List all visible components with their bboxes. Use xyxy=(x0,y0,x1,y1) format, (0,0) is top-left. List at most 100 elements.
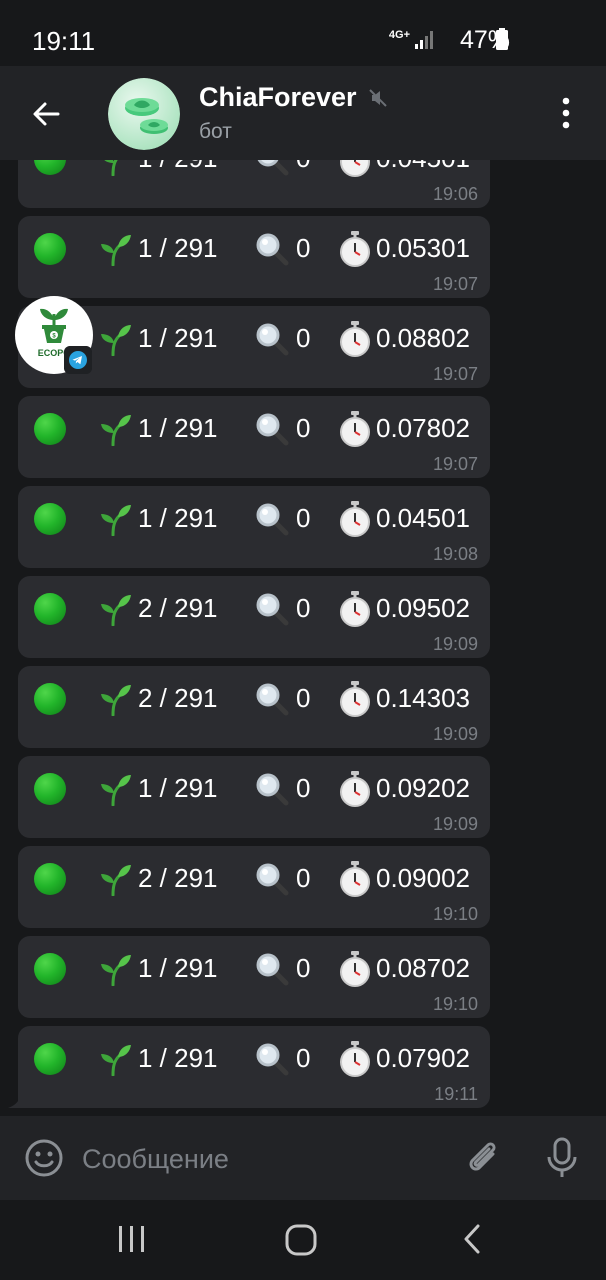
found-count: 0 xyxy=(296,953,311,983)
magnifier-icon xyxy=(256,773,289,806)
message-bubble[interactable]: 1 / 291 0 0.04501 19:08 xyxy=(18,486,490,568)
seedling-icon xyxy=(101,235,131,266)
seedling-icon xyxy=(101,685,131,716)
elapsed-value: 0.07902 xyxy=(376,1043,470,1073)
stopwatch-icon xyxy=(340,160,370,177)
green-circle-icon xyxy=(34,773,66,805)
chia-logo-icon xyxy=(108,78,180,150)
sprout-count: 1 / 291 xyxy=(138,233,218,263)
message-bubble[interactable]: 1 / 291 0 0.07802 19:07 xyxy=(18,396,490,478)
back-arrow-icon[interactable] xyxy=(30,98,62,130)
stopwatch-icon xyxy=(340,1041,370,1077)
elapsed-value: 0.07802 xyxy=(376,413,470,443)
sprout-count: 1 / 291 xyxy=(138,1043,218,1073)
sprout-count: 2 / 291 xyxy=(138,593,218,623)
magnifier-icon xyxy=(256,683,289,716)
message-timestamp: 19:09 xyxy=(432,724,478,744)
message-bubble[interactable]: 1 / 291 0 0.05301 19:07 xyxy=(18,216,490,298)
message-bubble[interactable]: 2 / 291 0 0.09502 19:09 xyxy=(18,576,490,658)
seedling-icon xyxy=(101,955,131,986)
found-count: 0 xyxy=(296,233,311,263)
found-count: 0 xyxy=(296,323,311,353)
seedling-icon xyxy=(101,505,131,536)
message-timestamp: 19:07 xyxy=(432,454,478,474)
network-type: 4G+ xyxy=(388,29,410,41)
attach-icon[interactable] xyxy=(464,1136,504,1180)
found-count: 0 xyxy=(296,1043,311,1073)
message-timestamp: 19:09 xyxy=(432,814,478,834)
seedling-icon xyxy=(101,775,131,806)
message-timestamp: 19:06 xyxy=(432,184,478,204)
elapsed-value: 0.09502 xyxy=(376,593,470,623)
bubble-tail xyxy=(8,1096,20,1108)
stopwatch-icon xyxy=(340,771,370,807)
sprout-count: 1 / 291 xyxy=(138,323,218,353)
elapsed-value: 0.04501 xyxy=(376,160,470,174)
magnifier-icon xyxy=(256,413,289,446)
telegram-badge-icon xyxy=(64,346,92,374)
message-bubble[interactable]: 1 / 291 0 0.08702 19:10 xyxy=(18,936,490,1018)
stopwatch-icon xyxy=(340,411,370,447)
system-navigation-bar xyxy=(0,1200,606,1280)
message-bubble[interactable]: 2 / 291 0 0.09002 19:10 xyxy=(18,846,490,928)
recent-apps-icon[interactable] xyxy=(114,1222,150,1256)
message-bubble[interactable]: 1 / 291 0 0.04501 19:06 xyxy=(18,160,490,208)
message-bubble[interactable]: 1 / 291 0 0.09202 19:09 xyxy=(18,756,490,838)
elapsed-value: 0.08802 xyxy=(376,323,470,353)
more-options-icon[interactable] xyxy=(556,96,576,130)
magnifier-icon xyxy=(256,503,289,536)
seedling-icon xyxy=(101,595,131,626)
elapsed-value: 0.14303 xyxy=(376,683,470,713)
stopwatch-icon xyxy=(340,321,370,357)
green-circle-icon xyxy=(34,953,66,985)
chat-title[interactable]: ChiaForever xyxy=(199,82,357,113)
found-count: 0 xyxy=(296,773,311,803)
microphone-icon[interactable] xyxy=(544,1136,580,1180)
found-count: 0 xyxy=(296,683,311,713)
elapsed-value: 0.04501 xyxy=(376,503,470,533)
seedling-icon xyxy=(101,415,131,446)
sprout-count: 1 / 291 xyxy=(138,503,218,533)
message-list[interactable]: 1 / 291 0 0.04501 19:06 1 / 291 0 0.05301 19:07… xyxy=(0,160,606,1116)
message-timestamp: 19:09 xyxy=(432,634,478,654)
status-time: 19:11 xyxy=(32,26,96,56)
seedling-icon xyxy=(101,1045,131,1076)
green-circle-icon xyxy=(34,413,66,445)
nav-back-icon[interactable] xyxy=(458,1222,486,1256)
green-circle-icon xyxy=(34,593,66,625)
green-circle-icon xyxy=(34,863,66,895)
found-count: 0 xyxy=(296,503,311,533)
elapsed-value: 0.09202 xyxy=(376,773,470,803)
message-timestamp: 19:07 xyxy=(432,274,478,294)
message-input[interactable] xyxy=(80,1132,444,1186)
sprout-count: 1 / 291 xyxy=(138,413,218,443)
muted-icon xyxy=(369,89,387,107)
sprout-count: 1 / 291 xyxy=(138,953,218,983)
magnifier-icon xyxy=(256,323,289,356)
green-circle-icon xyxy=(34,233,66,265)
found-count: 0 xyxy=(296,160,310,174)
message-bubble[interactable]: 2 / 291 0 0.14303 19:09 xyxy=(18,666,490,748)
magnifier-icon xyxy=(256,863,289,896)
home-icon[interactable] xyxy=(283,1222,319,1258)
stopwatch-icon xyxy=(340,951,370,987)
message-bubble[interactable]: 1 / 291 0 0.07902 19:11 xyxy=(8,1026,490,1108)
emoji-icon[interactable] xyxy=(24,1138,64,1178)
sprout-count: 1 / 291 xyxy=(138,160,218,174)
stopwatch-icon xyxy=(340,681,370,717)
status-bar: 19:11 4G+ 47% xyxy=(0,0,606,66)
message-timestamp: 19:10 xyxy=(432,904,478,924)
stopwatch-icon xyxy=(340,591,370,627)
sprout-count: 2 / 291 xyxy=(138,683,218,713)
green-circle-icon xyxy=(34,160,66,175)
found-count: 0 xyxy=(296,593,311,623)
chat-subtitle: бот xyxy=(199,120,232,143)
bot-avatar[interactable] xyxy=(108,78,180,150)
magnifier-icon xyxy=(256,1043,289,1076)
found-count: 0 xyxy=(296,863,311,893)
seedling-icon xyxy=(101,325,131,356)
stopwatch-icon xyxy=(340,231,370,267)
seedling-icon xyxy=(104,160,118,176)
elapsed-value: 0.09002 xyxy=(376,863,470,893)
chat-header: ChiaForever бот xyxy=(0,66,606,160)
